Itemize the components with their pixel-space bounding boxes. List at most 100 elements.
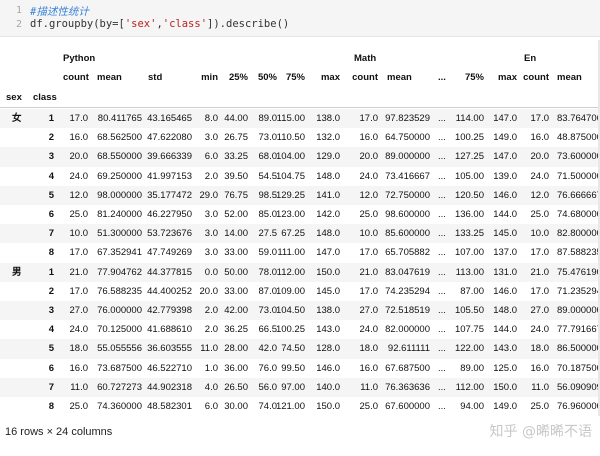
table-cell: 25.0 (359, 209, 379, 220)
table-cell: 25.0 (530, 209, 550, 220)
table-cell: 67.600000 (385, 401, 430, 412)
table-cell: 77.791667 (557, 324, 600, 336)
table-cell: 87.588235 (557, 247, 600, 259)
table-cell: 68.562500 (97, 132, 142, 144)
table-cell: 76.960000 (557, 401, 600, 412)
table-cell: 18.0 (69, 343, 89, 355)
table-cell: 24.0 (69, 170, 89, 182)
table-cell: 85.600000 (385, 228, 430, 240)
column-header: max (320, 72, 340, 83)
table-cell: 73.416667 (385, 170, 430, 182)
table-cell: 24.0 (530, 324, 550, 336)
table-cell: 70.187500 (557, 362, 600, 374)
table-cell: 24.0 (530, 170, 550, 182)
table-cell: 73.687500 (97, 362, 142, 374)
code-call-prefix: df.groupby(by=[ (30, 18, 125, 30)
table-cell: 74.680000 (557, 209, 600, 220)
table-cell: 20.0 (530, 151, 550, 163)
header-divider (0, 107, 600, 108)
table-cell: 98.600000 (385, 209, 430, 220)
table-cell: 17.0 (69, 113, 89, 124)
table-cell: 92.611111 (387, 343, 430, 355)
code-cell[interactable]: 1 2 #描述性统计 df.groupby(by=['sex','class']… (0, 0, 600, 37)
code-comment: #描述性统计 (30, 6, 89, 18)
table-cell: 12.0 (530, 189, 550, 201)
table-cell: 71.235294 (557, 285, 600, 297)
table-cell: 51.300000 (97, 228, 142, 240)
table-cell: 83.764706 (557, 113, 600, 124)
table-cell: 56.090909 (557, 381, 600, 393)
table-cell: 18.0 (530, 343, 550, 355)
table-cell: 81.240000 (97, 209, 142, 220)
code-line-2[interactable]: df.groupby(by=['sex','class']).describe(… (30, 18, 289, 30)
table-cell: 17.0 (359, 247, 379, 259)
table-cell: 10.0 (69, 228, 89, 240)
code-string-class: 'class' (162, 18, 208, 30)
table-cell: 10.0 (359, 228, 379, 240)
table-cell: 76.666667 (557, 189, 600, 201)
table-cell: 12.0 (359, 189, 379, 201)
table-cell: 27.0 (69, 305, 89, 316)
table-cell: 17.0 (359, 285, 379, 297)
table-cell: 68.550000 (97, 151, 142, 163)
sex-label: 女 (12, 113, 22, 124)
column-header: mean (97, 72, 122, 83)
table-cell: 76.000000 (97, 305, 142, 316)
table-cell: 11.0 (70, 381, 88, 393)
table-cell: 70.125000 (97, 324, 142, 336)
table-cell: 67.352941 (97, 247, 142, 259)
table-cell: 16.0 (530, 362, 550, 374)
column-header: mean (557, 72, 582, 83)
column-header: count (63, 72, 89, 83)
line-number-1: 1 (15, 5, 22, 16)
column-header: count (523, 72, 549, 83)
table-cell: 16.0 (69, 362, 89, 374)
table-cell: 21.0 (69, 266, 89, 278)
table-cell: 69.250000 (97, 170, 142, 182)
column-header: count (352, 72, 378, 83)
table-cell: 25.0 (530, 401, 550, 412)
table-cell: 60.727273 (97, 381, 142, 393)
table-cell: 55.055556 (97, 343, 142, 355)
table-cell: 89.000000 (385, 151, 430, 163)
table-cell: 24.0 (359, 324, 379, 336)
table-cell: 25.0 (69, 401, 89, 412)
group-header: En (524, 53, 537, 64)
group-header: Python (63, 53, 96, 64)
column-header: mean (387, 72, 412, 83)
table-cell: 72.750000 (385, 189, 430, 201)
table-cell: 74.235294 (385, 285, 430, 297)
table-cell: 74.360000 (97, 401, 142, 412)
sex-label: 男 (12, 266, 22, 278)
index-name-sex: sex (6, 92, 22, 103)
table-cell: 17.0 (530, 285, 550, 297)
table-cell: 76.363636 (385, 381, 430, 393)
table-cell: 80.411765 (97, 113, 142, 124)
table-cell: 20.0 (359, 151, 379, 163)
table-cell: 17.0 (530, 113, 550, 124)
shape-footer: 16 rows × 24 columns (5, 426, 113, 438)
table-cell: 21.0 (530, 266, 550, 278)
index-name-class: class (33, 92, 57, 103)
table-cell: 17.0 (69, 285, 89, 297)
table-cell: 25.0 (359, 401, 379, 412)
table-cell: 86.500000 (557, 343, 600, 355)
table-cell: 16.0 (359, 362, 379, 374)
table-cell: 83.047619 (385, 266, 430, 278)
table-cell: 75.476190 (557, 266, 600, 278)
table-cell: 10.0 (530, 228, 550, 240)
table-cell: 76.588235 (97, 285, 142, 297)
table-cell: 12.0 (69, 189, 89, 201)
table-cell: 27.0 (359, 305, 379, 316)
table-cell: 16.0 (359, 132, 379, 144)
table-cell: 17.0 (359, 113, 379, 124)
watermark: 知乎 @晞晞不语 (489, 424, 592, 440)
table-cell: 89.000000 (557, 305, 600, 316)
table-cell: 25.0 (69, 209, 89, 220)
code-line-1[interactable]: #描述性统计 (30, 4, 89, 19)
table-cell: 82.800000 (557, 228, 600, 240)
table-cell: 97.823529 (385, 113, 430, 124)
dataframe-output[interactable]: Python Math En count mean std min 25% 50% 75% max c… (0, 40, 600, 420)
table-cell: 82.000000 (385, 324, 430, 336)
table-cell: 73.600000 (557, 151, 600, 163)
